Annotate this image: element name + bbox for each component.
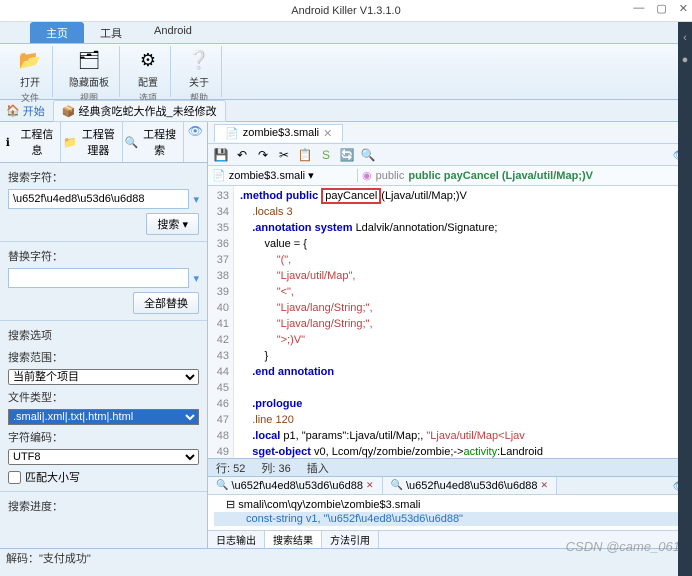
tab-project-search[interactable]: 🔍工程搜索 <box>123 122 184 162</box>
progress-section: 搜索进度： <box>0 492 207 524</box>
watermark: CSDN @came_061 <box>566 539 680 554</box>
history-icon[interactable]: ▾ <box>193 272 199 285</box>
app-title: Android Killer V1.3.1.0 <box>291 5 400 17</box>
replace-input[interactable] <box>8 268 189 288</box>
editor-toolbar: 💾 ↶ ↷ ✂ 📋 S 🔄 🔍 👁 <box>208 144 692 166</box>
code-text[interactable]: .method public payCancel(Ljava/util/Map;… <box>234 186 692 458</box>
line-gutter: 3334353637383940414243444546474849505152… <box>208 186 234 458</box>
gear-icon: ⚙ <box>136 48 160 72</box>
options-label: 搜索选项 <box>8 327 199 343</box>
close-icon[interactable]: ✕ <box>679 2 688 15</box>
maximize-icon[interactable]: ▢ <box>656 2 666 15</box>
ribbon-tabs: 主页 工具 Android <box>0 22 692 44</box>
crumb-method[interactable]: ◉ public public payCancel (Ljava/util/Ma… <box>358 169 692 182</box>
close-icon[interactable]: ✕ <box>541 480 549 491</box>
side-strip: ‹ ● <box>678 22 692 576</box>
undo-icon[interactable]: ↶ <box>233 146 251 164</box>
config-button[interactable]: ⚙ 配置 <box>130 46 166 91</box>
status-line: 行: 52 <box>216 460 245 475</box>
chevron-icon[interactable]: ‹ <box>683 32 687 44</box>
left-panel-tabs: ℹ工程信息 📁工程管理器 🔍工程搜索 👁 <box>0 122 207 163</box>
search-options-section: 搜索选项 搜索范围： 当前整个项目 文件类型： .smali|.xml|.txt… <box>0 321 207 492</box>
ribbon-group-view: 🗂 隐藏面板 视图 <box>59 46 120 97</box>
right-panel: 📄 zombie$3.smali ✕ 💾 ↶ ↷ ✂ 📋 S 🔄 🔍 👁 📄 z… <box>208 122 692 548</box>
window-buttons: — ▢ ✕ <box>633 2 688 15</box>
ribbon-group-options: ⚙ 配置 选项 <box>126 46 171 97</box>
search-button[interactable]: 搜索 ▾ <box>146 213 199 235</box>
code-editor[interactable]: 3334353637383940414243444546474849505152… <box>208 186 692 458</box>
replace-string-label: 替换字符： <box>8 248 199 264</box>
ribbon-tab-android[interactable]: Android <box>138 22 208 43</box>
progress-label: 搜索进度： <box>8 498 199 514</box>
search-section: 搜索字符： ▾ 搜索 ▾ <box>0 163 207 242</box>
status-mode: 插入 <box>307 460 329 475</box>
folder-open-icon: 📂 <box>18 48 42 72</box>
encoding-label: 字符编码： <box>8 429 199 445</box>
close-tab-icon[interactable]: ✕ <box>323 127 332 140</box>
info-icon: ℹ <box>2 136 14 148</box>
tab-search-results[interactable]: 搜索结果 <box>265 531 322 548</box>
panel-icon: 🗂 <box>77 48 101 72</box>
editor-status: 行: 52 列: 36 插入 <box>208 458 692 476</box>
scope-label: 搜索范围： <box>8 349 199 365</box>
search-icon[interactable]: 🔍 <box>359 146 377 164</box>
convert-icon[interactable]: 🔄 <box>338 146 356 164</box>
case-checkbox[interactable] <box>8 471 21 484</box>
tree-node-match[interactable]: const-string v1, "\u652f\u4ed8\u53d6\u6d… <box>214 512 686 526</box>
history-icon[interactable]: ▾ <box>193 193 199 206</box>
search-icon: 🔍 <box>125 136 137 148</box>
result-tabs: 🔍 \u652f\u4ed8\u53d6\u6d88 ✕ 🔍 \u652f\u4… <box>208 477 692 495</box>
copy-icon[interactable]: 📋 <box>296 146 314 164</box>
breadcrumb: 📄 zombie$3.smali ▾ ◉ public public payCa… <box>208 166 692 186</box>
titlebar: Android Killer V1.3.1.0 — ▢ ✕ <box>0 0 692 22</box>
minimize-icon[interactable]: — <box>633 2 644 15</box>
search-string-label: 搜索字符： <box>8 169 199 185</box>
redo-icon[interactable]: ↷ <box>254 146 272 164</box>
dot-icon[interactable]: ● <box>682 54 689 66</box>
about-button[interactable]: ❔ 关于 <box>181 46 217 91</box>
main: ℹ工程信息 📁工程管理器 🔍工程搜索 👁 搜索字符： ▾ 搜索 ▾ 替换字符： … <box>0 122 692 548</box>
tab-start[interactable]: 🏠 开始 <box>6 103 45 119</box>
close-icon[interactable]: ✕ <box>366 480 374 491</box>
eye-icon[interactable]: 👁 <box>184 122 207 162</box>
replace-all-button[interactable]: 全部替换 <box>133 292 199 314</box>
hide-panel-button[interactable]: 🗂 隐藏面板 <box>63 46 115 91</box>
result-tab-2[interactable]: 🔍 \u652f\u4ed8\u53d6\u6d88 ✕ <box>383 477 558 494</box>
tab-project[interactable]: 📦 经典贪吃蛇大作战_未经修改 <box>53 100 226 122</box>
smali-icon[interactable]: S <box>317 146 335 164</box>
file-tab[interactable]: 📄 zombie$3.smali ✕ <box>214 124 343 142</box>
replace-section: 替换字符： ▾ 全部替换 <box>0 242 207 321</box>
ribbon-tab-home[interactable]: 主页 <box>30 22 84 43</box>
encoding-select[interactable]: UTF8 <box>8 449 199 465</box>
filetype-select[interactable]: .smali|.xml|.txt|.htm|.html <box>8 409 199 425</box>
file-icon: 📄 <box>225 127 239 140</box>
bottom-panel: 🔍 \u652f\u4ed8\u53d6\u6d88 ✕ 🔍 \u652f\u4… <box>208 476 692 548</box>
open-button[interactable]: 📂 打开 <box>12 46 48 91</box>
result-tree[interactable]: ⊟ smali\com\qy\zombie\zombie$3.smali con… <box>208 495 692 530</box>
ribbon-tab-tools[interactable]: 工具 <box>84 22 138 43</box>
result-tab-1[interactable]: 🔍 \u652f\u4ed8\u53d6\u6d88 ✕ <box>208 477 383 494</box>
tree-node-file[interactable]: ⊟ smali\com\qy\zombie\zombie$3.smali <box>214 497 686 512</box>
ribbon: 📂 打开 文件 🗂 隐藏面板 视图 ⚙ 配置 选项 ❔ 关于 帮助 <box>0 44 692 100</box>
tab-method-refs[interactable]: 方法引用 <box>322 531 379 548</box>
status-col: 列: 36 <box>261 460 290 475</box>
search-input[interactable] <box>8 189 189 209</box>
status-decode: 解码："支付成功" <box>6 550 91 566</box>
scope-select[interactable]: 当前整个项目 <box>8 369 199 385</box>
tab-project-info[interactable]: ℹ工程信息 <box>0 122 61 162</box>
ribbon-group-help: ❔ 关于 帮助 <box>177 46 222 97</box>
file-tabs: 📄 zombie$3.smali ✕ <box>208 122 692 144</box>
case-label: 匹配大小写 <box>25 469 80 485</box>
tree-icon: 📁 <box>63 136 75 148</box>
tab-log[interactable]: 日志输出 <box>208 531 265 548</box>
help-icon: ❔ <box>187 48 211 72</box>
crumb-file[interactable]: 📄 zombie$3.smali ▾ <box>208 169 358 182</box>
filetype-label: 文件类型： <box>8 389 199 405</box>
tab-project-manager[interactable]: 📁工程管理器 <box>61 122 122 162</box>
cut-icon[interactable]: ✂ <box>275 146 293 164</box>
save-icon[interactable]: 💾 <box>212 146 230 164</box>
project-tabs: 🏠 开始 📦 经典贪吃蛇大作战_未经修改 <box>0 100 692 122</box>
ribbon-group-file: 📂 打开 文件 <box>8 46 53 97</box>
left-panel: ℹ工程信息 📁工程管理器 🔍工程搜索 👁 搜索字符： ▾ 搜索 ▾ 替换字符： … <box>0 122 208 548</box>
